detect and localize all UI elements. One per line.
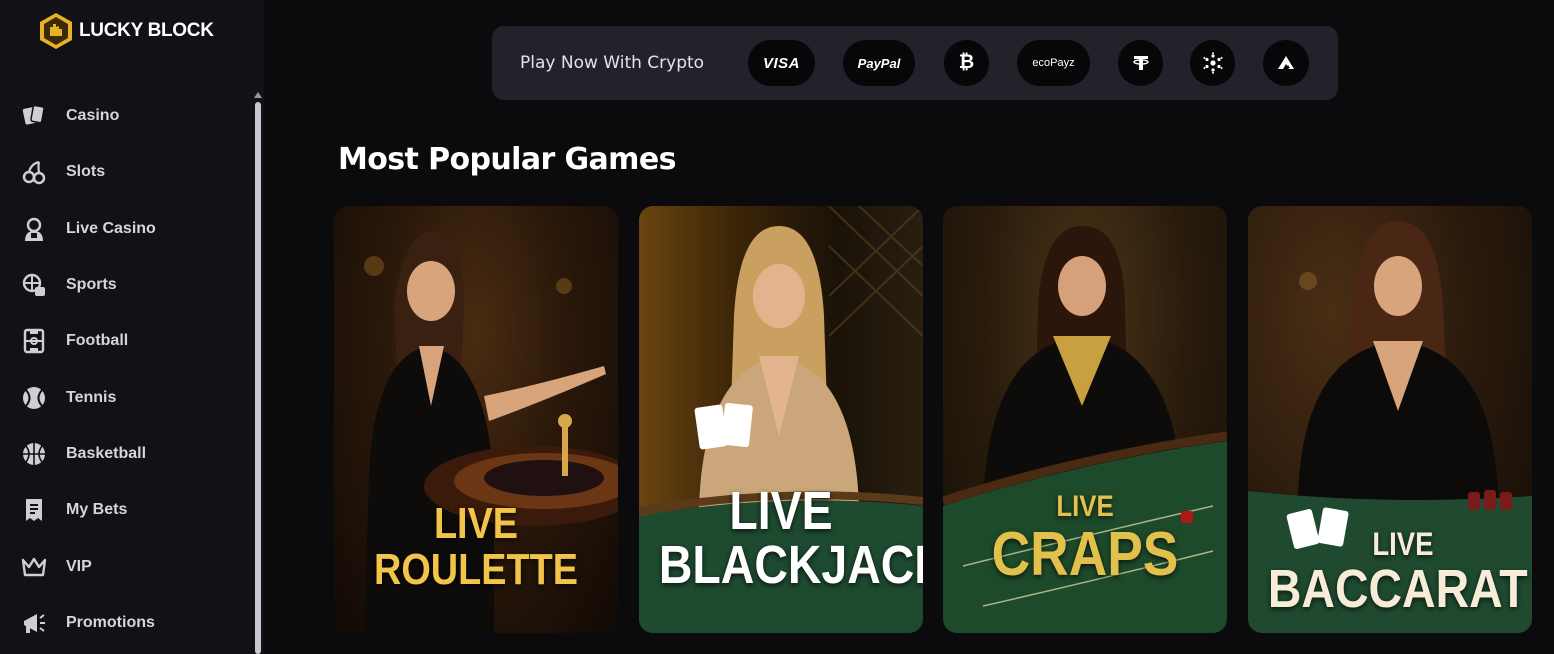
game-title: LIVE ROULETTE xyxy=(354,502,598,592)
payment-bar-label: Play Now With Crypto xyxy=(520,53,705,73)
tether-button[interactable] xyxy=(1118,40,1163,86)
sidebar-item-label: Slots xyxy=(66,163,106,181)
sidebar-item-label: Basketball xyxy=(66,444,147,462)
sidebar-item-label: Football xyxy=(66,332,129,350)
crown-icon xyxy=(20,553,48,581)
ecopayz-icon: ecoPayz xyxy=(1032,57,1075,69)
ecopayz-button[interactable]: ecoPayz xyxy=(1017,40,1090,86)
game-title: LIVE BLACKJACK xyxy=(658,481,923,595)
sidebar-item-my-bets[interactable]: My Bets xyxy=(0,482,250,538)
sidebar: LUCKY BLOCK Casino Slots Live Casino Spo… xyxy=(0,0,264,654)
game-title-line1: LIVE xyxy=(1056,490,1114,523)
game-title-line2: BLACKJACK xyxy=(658,535,923,595)
sidebar-nav: Casino Slots Live Casino Sports Football xyxy=(0,88,250,651)
sidebar-scrollbar[interactable] xyxy=(254,92,262,654)
sidebar-item-football[interactable]: Football xyxy=(0,313,250,369)
lucky-block-logo-icon xyxy=(40,13,72,49)
game-card-live-baccarat[interactable]: LIVE BACCARAT xyxy=(1248,206,1532,633)
section-title: Most Popular Games xyxy=(338,142,676,177)
sidebar-item-label: Promotions xyxy=(66,613,155,631)
bet-slip-icon xyxy=(20,496,48,524)
sidebar-item-vip[interactable]: VIP xyxy=(0,538,250,594)
game-card-live-roulette[interactable]: LIVE ROULETTE xyxy=(334,206,618,633)
dealer-icon xyxy=(20,215,48,243)
game-title-line2: CRAPS xyxy=(991,520,1179,589)
game-title-line2: ROULETTE xyxy=(374,545,578,594)
paypal-button[interactable]: PayPal xyxy=(843,40,915,86)
brand-logo[interactable]: LUCKY BLOCK xyxy=(38,12,214,50)
tether-icon xyxy=(1132,56,1149,70)
sidebar-item-promotions[interactable]: Promotions xyxy=(0,595,250,651)
sports-icon xyxy=(20,271,48,299)
basketball-icon xyxy=(20,440,48,468)
game-title-line1: LIVE xyxy=(433,499,519,548)
sidebar-item-basketball[interactable]: Basketball xyxy=(0,426,250,482)
sidebar-item-tennis[interactable]: Tennis xyxy=(0,369,250,425)
sidebar-item-label: Casino xyxy=(66,107,120,125)
sidebar-item-label: Sports xyxy=(66,276,117,294)
visa-icon: VISA xyxy=(762,54,800,72)
avalanche-button[interactable] xyxy=(1263,40,1309,86)
visa-button[interactable]: VISA xyxy=(748,40,815,86)
game-card-live-craps[interactable]: LIVE CRAPS xyxy=(943,206,1227,633)
megaphone-icon xyxy=(20,609,48,637)
cardano-button[interactable] xyxy=(1190,40,1235,86)
sidebar-item-label: VIP xyxy=(66,557,92,575)
scroll-up-icon[interactable] xyxy=(254,92,262,98)
sidebar-item-label: Live Casino xyxy=(66,219,156,237)
game-card-live-blackjack[interactable]: LIVE BLACKJACK xyxy=(639,206,923,633)
cards-icon xyxy=(20,102,48,130)
payment-methods-bar: Play Now With Crypto VISA PayPal ₿ ecoPa… xyxy=(492,26,1338,100)
sidebar-item-live-casino[interactable]: Live Casino xyxy=(0,201,250,257)
game-title: LIVE BACCARAT xyxy=(1267,526,1528,619)
cherries-icon xyxy=(20,158,48,186)
bitcoin-icon: ₿ xyxy=(958,52,975,73)
tennis-ball-icon xyxy=(20,384,48,412)
sidebar-item-sports[interactable]: Sports xyxy=(0,257,250,313)
sidebar-item-slots[interactable]: Slots xyxy=(0,144,250,200)
game-title-line2: BACCARAT xyxy=(1267,559,1528,619)
football-field-icon xyxy=(20,327,48,355)
paypal-icon: PayPal xyxy=(857,55,901,71)
game-title-line1: LIVE xyxy=(1372,526,1434,562)
avalanche-icon xyxy=(1278,56,1294,69)
sidebar-item-label: My Bets xyxy=(66,501,128,519)
sidebar-item-label: Tennis xyxy=(66,388,117,406)
bitcoin-button[interactable]: ₿ xyxy=(944,40,989,86)
cardano-icon xyxy=(1202,52,1223,74)
sidebar-item-casino[interactable]: Casino xyxy=(0,88,250,144)
game-title-line1: LIVE xyxy=(729,481,833,541)
brand-name: LUCKY BLOCK xyxy=(79,20,214,41)
game-title: LIVE CRAPS xyxy=(963,492,1207,586)
scrollbar-thumb[interactable] xyxy=(255,102,261,654)
